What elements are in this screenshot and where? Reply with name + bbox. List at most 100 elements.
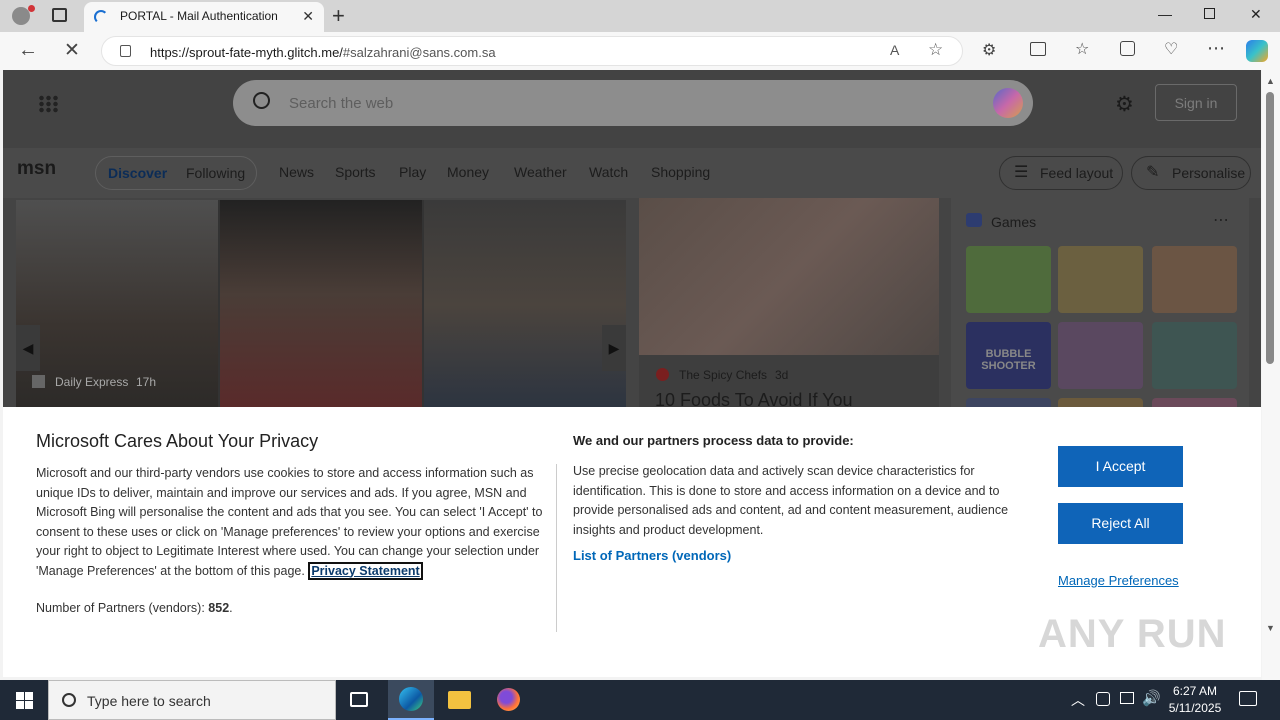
- restore-icon[interactable]: [1204, 8, 1215, 19]
- hero-carousel[interactable]: ◀ ▶ Daily Express 17h: [16, 200, 626, 410]
- tab-discover[interactable]: Discover: [108, 165, 167, 181]
- taskbar-search[interactable]: Type here to search: [48, 680, 336, 720]
- file-explorer-icon[interactable]: [448, 691, 471, 709]
- game-tile[interactable]: [966, 246, 1051, 313]
- game-tile[interactable]: [1152, 322, 1237, 389]
- copilot-search-icon[interactable]: [993, 88, 1023, 118]
- manage-preferences-link[interactable]: Manage Preferences: [1058, 573, 1179, 588]
- windows-taskbar: Type here to search ︿ 🔊 6:27 AM 5/11/202…: [0, 680, 1280, 720]
- nav-shopping[interactable]: Shopping: [651, 164, 710, 180]
- game-tile[interactable]: [1152, 246, 1237, 313]
- scroll-down-icon[interactable]: ▼: [1266, 623, 1275, 633]
- read-aloud-icon[interactable]: A: [890, 42, 899, 58]
- meet-now-icon[interactable]: [1096, 692, 1110, 706]
- hero-photo-3: [424, 200, 626, 410]
- system-clock[interactable]: 6:27 AM 5/11/2025: [1160, 683, 1230, 717]
- article-photo: [639, 198, 939, 355]
- personalise-button[interactable]: ✎ Personalise: [1131, 156, 1251, 190]
- anyrun-watermark: ANY RUN: [1038, 612, 1227, 656]
- data-purposes-body: Use precise geolocation data and activel…: [573, 464, 1009, 537]
- sliders-icon: ☰: [1014, 164, 1029, 181]
- web-search-box[interactable]: Search the web: [233, 80, 1033, 126]
- volume-icon[interactable]: 🔊: [1142, 689, 1161, 707]
- hero-age: 17h: [136, 375, 157, 389]
- partners-list-link[interactable]: List of Partners (vendors): [573, 548, 731, 563]
- edge-logo-icon: [399, 687, 423, 711]
- close-tab-icon[interactable]: ✕: [302, 8, 314, 25]
- source-logo-icon: [32, 375, 45, 388]
- nav-watch[interactable]: Watch: [589, 164, 628, 180]
- msn-header: Search the web ⚙ Sign in: [3, 70, 1261, 148]
- tab-following[interactable]: Following: [186, 165, 245, 181]
- favorite-star-icon[interactable]: ☆: [928, 40, 943, 60]
- nav-sports[interactable]: Sports: [335, 164, 375, 180]
- page-scrollbar[interactable]: ▲ ▼: [1262, 70, 1280, 680]
- privacy-body-text: Microsoft and our third-party vendors us…: [36, 466, 543, 578]
- article-card[interactable]: The Spicy Chefs 3d 10 Foods To Avoid If …: [639, 198, 939, 410]
- scroll-up-icon[interactable]: ▲: [1266, 76, 1275, 86]
- game-tile[interactable]: [1058, 246, 1143, 313]
- hero-source: Daily Express: [55, 375, 129, 389]
- game-tile[interactable]: [1058, 322, 1143, 389]
- minimize-icon[interactable]: —: [1158, 6, 1172, 22]
- url-text[interactable]: https://sprout-fate-myth.glitch.me/#salz…: [150, 45, 496, 60]
- search-icon: [253, 92, 270, 109]
- personalise-icon: ✎: [1146, 164, 1160, 181]
- games-more-icon[interactable]: ⋯: [1213, 210, 1229, 230]
- accept-button[interactable]: I Accept: [1058, 446, 1183, 487]
- new-tab-icon[interactable]: +: [332, 3, 345, 29]
- games-icon: [966, 213, 982, 227]
- browser-essentials-icon[interactable]: ♡: [1164, 39, 1178, 59]
- firefox-icon[interactable]: [497, 688, 520, 711]
- network-icon[interactable]: [1120, 692, 1134, 704]
- scrollbar-thumb[interactable]: [1266, 92, 1274, 364]
- privacy-statement-link[interactable]: Privacy Statement: [308, 561, 423, 580]
- active-tab[interactable]: PORTAL - Mail Authentication ✕: [84, 2, 324, 32]
- clock-date: 5/11/2025: [1168, 701, 1222, 715]
- article-age: 3d: [775, 368, 789, 382]
- back-icon[interactable]: ←: [18, 39, 38, 62]
- nav-news[interactable]: News: [279, 164, 314, 180]
- feed-layout-button[interactable]: ☰ Feed layout: [999, 156, 1123, 190]
- collections-icon[interactable]: [1120, 41, 1135, 56]
- edge-taskbar-icon[interactable]: [388, 680, 434, 720]
- windows-start-icon[interactable]: [16, 692, 33, 709]
- favorites-icon[interactable]: ☆: [1075, 39, 1089, 59]
- data-purposes-heading: We and our partners process data to prov…: [573, 433, 854, 448]
- nav-play[interactable]: Play: [399, 164, 426, 180]
- show-hidden-icons-icon[interactable]: ︿: [1071, 690, 1085, 710]
- games-widget: Games ⋯ BUBBLE SHOOTER: [951, 198, 1249, 410]
- msn-nav: msn Discover Following News Sports Play …: [3, 148, 1261, 198]
- app-launcher-icon[interactable]: [38, 95, 58, 113]
- more-options-icon[interactable]: ⋯: [1207, 38, 1225, 59]
- notifications-icon[interactable]: [1239, 691, 1257, 706]
- close-window-icon[interactable]: ✕: [1250, 6, 1262, 23]
- sign-in-button[interactable]: Sign in: [1155, 84, 1237, 121]
- tab-actions-icon[interactable]: [52, 8, 67, 22]
- search-icon: [62, 693, 76, 707]
- extensions-icon[interactable]: ⚙: [982, 40, 996, 60]
- task-view-icon[interactable]: [350, 692, 368, 707]
- url-hash: #salzahrani@sans.com.sa: [342, 45, 496, 60]
- nav-weather[interactable]: Weather: [514, 164, 567, 180]
- msn-logo[interactable]: msn: [17, 158, 56, 180]
- taskbar-search-placeholder: Type here to search: [87, 693, 211, 709]
- copilot-icon[interactable]: [1246, 40, 1268, 62]
- article-source: The Spicy Chefs: [679, 368, 768, 382]
- feed-toggle: Discover Following: [95, 156, 257, 190]
- hero-photo-2: [220, 200, 422, 410]
- source-logo-icon: [656, 368, 669, 381]
- address-bar[interactable]: https://sprout-fate-myth.glitch.me/#salz…: [101, 36, 963, 66]
- address-toolbar: ← ✕ https://sprout-fate-myth.glitch.me/#…: [0, 32, 1280, 70]
- split-screen-icon[interactable]: [1030, 42, 1046, 56]
- carousel-next-icon[interactable]: ▶: [602, 325, 626, 371]
- nav-money[interactable]: Money: [447, 164, 489, 180]
- settings-gear-icon[interactable]: ⚙: [1115, 92, 1134, 117]
- stop-loading-icon[interactable]: ✕: [64, 39, 80, 62]
- reject-all-button[interactable]: Reject All: [1058, 503, 1183, 544]
- game-tile-bubble-shooter[interactable]: BUBBLE SHOOTER: [966, 322, 1051, 389]
- search-placeholder: Search the web: [289, 95, 394, 112]
- privacy-title: Microsoft Cares About Your Privacy: [36, 431, 319, 451]
- lock-icon[interactable]: [120, 45, 131, 57]
- carousel-prev-icon[interactable]: ◀: [16, 325, 40, 371]
